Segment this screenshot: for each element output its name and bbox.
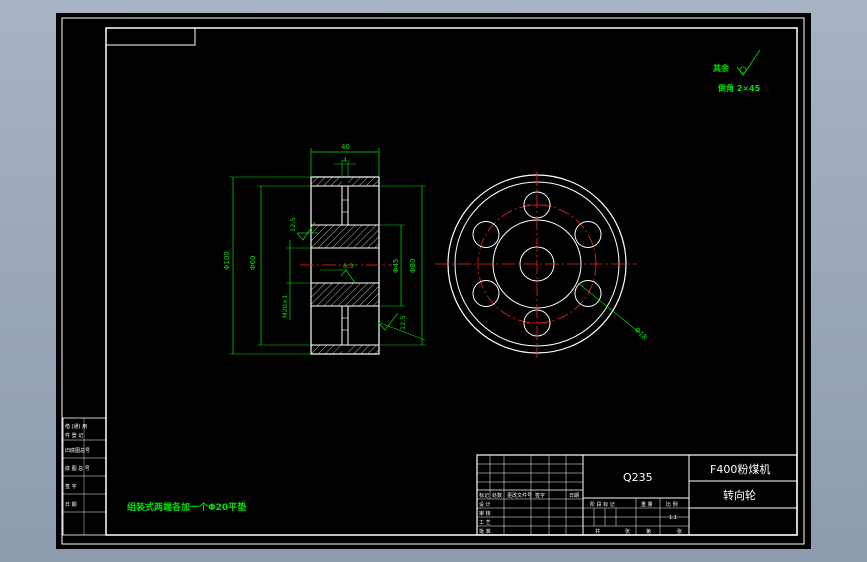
rev-header: 签字 bbox=[535, 492, 545, 499]
left-binding-strip: 借 (通) 用 件 登 记 旧底图总号 底 图 总 号 签 字 日 期 bbox=[62, 417, 107, 536]
stage-header: 重 量 bbox=[641, 501, 653, 508]
chamfer-note: 倒角 2×45 bbox=[717, 83, 761, 93]
general-roughness-note: 其余 倒角 2×45 bbox=[713, 49, 761, 93]
part-name: 转向轮 bbox=[723, 488, 756, 502]
sheet-label: 张 bbox=[625, 528, 630, 535]
drawing-sheet: 借 (通) 用 件 登 记 旧底图总号 底 图 总 号 签 字 日 期 40 4… bbox=[61, 17, 805, 545]
dim-hole-diameter: Φ18 bbox=[633, 326, 649, 342]
scale-value: 1:1 bbox=[669, 515, 677, 521]
dim-web-4: 4 bbox=[343, 157, 347, 164]
code-box bbox=[105, 27, 196, 46]
roughness-mark-lower: 12.5 bbox=[377, 312, 426, 341]
strip-label: 签 字 bbox=[65, 483, 77, 490]
sign-row: 设 计 bbox=[479, 501, 491, 508]
hub-section-upper bbox=[310, 224, 380, 249]
end-view: Φ18 bbox=[435, 172, 648, 358]
sheet-label: 共 bbox=[595, 528, 600, 535]
roughness-value: 12.5 bbox=[289, 218, 297, 232]
sheet-outer-border bbox=[61, 17, 805, 545]
hub-section-lower bbox=[310, 282, 380, 307]
strip-label: 件 登 记 bbox=[65, 432, 83, 439]
rev-header: 更改文件号 bbox=[507, 492, 532, 499]
sign-row: 工 艺 bbox=[479, 520, 491, 526]
sheet-inner-border bbox=[105, 27, 798, 536]
sheet-label: 第 bbox=[646, 528, 651, 535]
rest-label: 其余 bbox=[713, 63, 730, 73]
sign-row: 批 准 bbox=[479, 528, 491, 535]
dim-rim-inner-diameter: Φ60 bbox=[249, 256, 257, 270]
cad-viewport[interactable]: 借 (通) 用 件 登 记 旧底图总号 底 图 总 号 签 字 日 期 40 4… bbox=[56, 13, 811, 549]
rev-header: 日期 bbox=[569, 493, 579, 499]
section-view: 40 4 Φ100 Φ60 M20×1 Φ45 Φ80 12.5 12.5 6.… bbox=[223, 143, 426, 355]
dim-hub-diameter: Φ45 bbox=[392, 259, 400, 273]
sheet-label: 张 bbox=[677, 528, 682, 535]
machine-name: F400粉煤机 bbox=[710, 462, 770, 476]
dim-width-40: 40 bbox=[341, 143, 350, 151]
assembly-note: 组装式两端各加一个Φ20平垫 bbox=[127, 501, 246, 513]
strip-label: 旧底图总号 bbox=[65, 447, 90, 454]
strip-label: 借 (通) 用 bbox=[65, 423, 87, 430]
rev-header: 处数 bbox=[492, 492, 502, 499]
dim-outer-diameter: Φ100 bbox=[223, 251, 231, 270]
strip-label: 日 期 bbox=[65, 502, 77, 508]
stage-header: 阶 段 标 记 bbox=[590, 501, 615, 508]
roughness-value: 6.3 bbox=[343, 262, 353, 270]
roughness-value: 12.5 bbox=[399, 316, 407, 330]
dim-thread: M20×1 bbox=[281, 295, 289, 318]
strip-label: 底 图 总 号 bbox=[65, 465, 90, 472]
stage-header: 比 例 bbox=[666, 501, 678, 508]
sign-row: 审 核 bbox=[479, 510, 491, 517]
title-block: 标记 处数 更改文件号 签字 日期 设 计 审 核 工 艺 批 准 阶 段 标 … bbox=[476, 454, 798, 536]
dim-bolt-circle: Φ80 bbox=[409, 259, 417, 273]
material: Q235 bbox=[623, 471, 653, 484]
rev-header: 标记 bbox=[479, 492, 489, 499]
